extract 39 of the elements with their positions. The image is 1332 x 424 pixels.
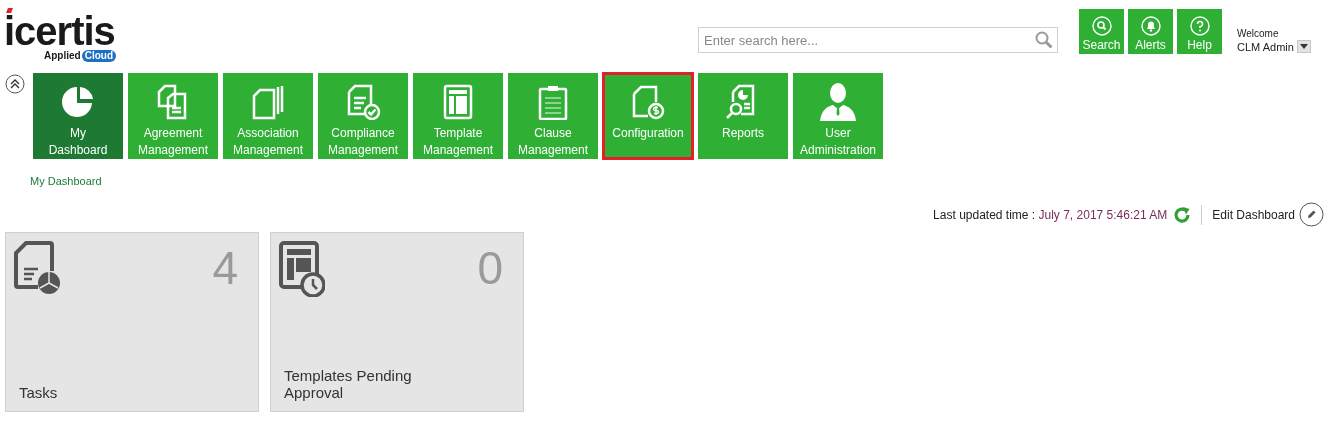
collapse-icon[interactable]: [5, 74, 25, 94]
last-updated-text: Last updated time : July 7, 2017 5:46:21 AM: [933, 206, 1168, 224]
search-icon: [1091, 16, 1112, 36]
header-button[interactable]: Alerts: [1128, 9, 1173, 54]
document-chart-icon: [14, 240, 60, 295]
help-icon: [1189, 16, 1210, 36]
card-count: 0: [477, 244, 503, 291]
nav-tile[interactable]: Template Management: [413, 73, 503, 159]
nav-tile[interactable]: Clause Management: [508, 73, 598, 159]
search-field[interactable]: Enter search here...: [698, 27, 1058, 53]
pencil-icon[interactable]: [1299, 202, 1324, 227]
bell-icon: [1140, 16, 1161, 36]
nav-tile[interactable]: Configuration: [603, 73, 693, 159]
caret-icon: [1299, 44, 1308, 49]
nav-tile[interactable]: My Dashboard: [33, 73, 123, 159]
dashboard-card[interactable]: 0 Templates Pending Approval: [270, 231, 524, 412]
nav-tile[interactable]: Compliance Management: [318, 73, 408, 159]
logo-wordmark: icertis: [4, 14, 115, 48]
card-count: 4: [212, 244, 238, 291]
template-clock-icon: [279, 240, 325, 297]
nav-tile[interactable]: User Administration: [793, 73, 883, 159]
card-title: Tasks: [18, 383, 59, 403]
search-icon[interactable]: [1035, 31, 1053, 49]
nav-tile[interactable]: Association Management: [223, 73, 313, 159]
logo-accent-icon: [6, 8, 13, 13]
nav-tile[interactable]: Agreement Management: [128, 73, 218, 159]
edit-dashboard-link[interactable]: Edit Dashboard: [1212, 205, 1295, 224]
welcome-label: Welcome: [1237, 28, 1280, 40]
logo-badge: Cloud: [81, 50, 116, 62]
header-button[interactable]: Search: [1079, 9, 1124, 54]
logo-tagline: Applied: [44, 50, 81, 62]
header-button[interactable]: Help: [1177, 9, 1222, 54]
dropdown-button[interactable]: [1296, 40, 1311, 53]
nav-tile[interactable]: Reports: [698, 73, 788, 159]
user-name: CLM Admin: [1237, 40, 1294, 54]
dashboard-card[interactable]: 4 Tasks: [5, 231, 259, 412]
refresh-icon[interactable]: [1173, 205, 1192, 224]
card-title: Templates Pending Approval: [283, 366, 413, 403]
breadcrumb-link[interactable]: My Dashboard: [30, 173, 102, 190]
